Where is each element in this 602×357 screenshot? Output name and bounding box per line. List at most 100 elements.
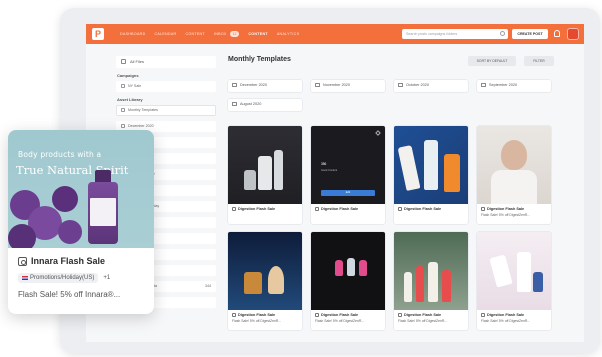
template-card[interactable]: Digestion Flash Sale Flash Sale! 5% off … [394, 232, 468, 330]
template-thumbnail [311, 232, 385, 310]
card-title: Digestion Flash Sale [394, 310, 468, 317]
folder-grid: December 2020 November 2020 October 2020… [228, 80, 558, 111]
edit-icon[interactable] [375, 130, 381, 136]
candle-image [244, 272, 262, 294]
card-title: Digestion Flash Sale [311, 310, 385, 317]
create-post-button[interactable]: CREATE POST [512, 29, 548, 39]
card-title-text: Digestion Flash Sale [321, 313, 359, 317]
bottle-image [268, 266, 284, 294]
campaigns-heading: Campaigns [117, 73, 139, 78]
card-caption: Flash Sale! 5% off DigestZenR... [481, 213, 531, 217]
folder-icon [232, 102, 237, 106]
card-caption: Flash Sale! 5% off DigestZenR... [315, 319, 365, 323]
nav-content-library[interactable]: CONTENT [185, 32, 204, 36]
post-preview-number: 356 [321, 162, 327, 166]
sidebar-all-files[interactable]: All Files [116, 56, 216, 68]
folder-icon [481, 83, 486, 87]
nav-dashboard[interactable]: DASHBOARD [120, 32, 145, 36]
card-title: Digestion Flash Sale [477, 204, 551, 211]
instagram-icon [398, 207, 402, 211]
template-card[interactable]: 356 Good Content Edit Digestion Flash Sa… [311, 126, 385, 224]
campaign-tag[interactable]: Promotions/Holiday(US) [18, 273, 99, 283]
towel-image [491, 170, 537, 204]
tube-image [444, 154, 460, 192]
post-title: Innara Flash Sale [31, 256, 106, 266]
asset-library-heading: Asset Library [117, 97, 143, 102]
nav-links: DASHBOARD CALENDAR CONTENT INBOX 12 CONT… [120, 31, 299, 37]
search-icon [500, 31, 505, 36]
template-card[interactable]: Digestion Flash Sale Flash Sale! 5% off … [311, 232, 385, 330]
folder-icon [121, 124, 125, 128]
folder-label: August 2020 [240, 102, 262, 106]
files-icon [121, 59, 126, 64]
post-title-row: Innara Flash Sale [18, 256, 105, 266]
template-card[interactable]: Digestion Flash Sale Flash Sale! 5% off … [228, 232, 302, 330]
post-preview-button[interactable]: Edit [321, 190, 375, 196]
template-card[interactable]: Digestion Flash Sale [228, 126, 302, 224]
instagram-icon [232, 313, 236, 317]
post-image-headline: True Natural Spirit [16, 163, 129, 177]
folder-label: November 2020 [323, 83, 351, 87]
instagram-icon [315, 207, 319, 211]
instagram-icon [481, 207, 485, 211]
folder-icon [315, 83, 320, 87]
card-title: Digestion Flash Sale [311, 204, 385, 211]
card-title: Digestion Flash Sale [394, 204, 468, 211]
folder-label: October 2020 [406, 83, 430, 87]
template-thumbnail [477, 232, 551, 310]
sidebar-item-label: NY Sale [128, 84, 142, 88]
card-title: Digestion Flash Sale [477, 310, 551, 317]
instagram-icon [18, 256, 27, 266]
inbox-badge: 12 [229, 31, 240, 37]
notification-bell-icon[interactable] [554, 30, 560, 37]
instagram-icon [398, 313, 402, 317]
bottle-image [533, 272, 543, 292]
sidebar-item-count: 344 [205, 284, 211, 288]
folder-icon [121, 108, 125, 112]
extra-tags-count[interactable]: +1 [103, 275, 110, 281]
bottle-image [428, 262, 438, 302]
post-image-subtitle: Body products with a [18, 150, 102, 159]
nav-content[interactable]: CONTENT [248, 32, 267, 36]
folder-icon [232, 83, 237, 87]
folder-tile[interactable]: December 2020 [228, 80, 302, 92]
campaign-icon [121, 84, 125, 88]
template-thumbnail: 356 Good Content Edit [311, 126, 385, 204]
sort-dropdown[interactable]: SORT BY DEFAULT [468, 56, 516, 66]
folder-tile[interactable]: October 2020 [394, 80, 468, 92]
page: P DASHBOARD CALENDAR CONTENT INBOX 12 CO… [0, 0, 602, 357]
app-screen: P DASHBOARD CALENDAR CONTENT INBOX 12 CO… [86, 24, 584, 342]
bottle-image [335, 260, 343, 276]
folder-tile[interactable]: September 2020 [477, 80, 551, 92]
bottle-image [347, 258, 355, 276]
nav-inbox[interactable]: INBOX [214, 32, 227, 36]
folder-tile[interactable]: November 2020 [311, 80, 385, 92]
nav-calendar[interactable]: CALENDAR [154, 32, 176, 36]
card-caption: Flash Sale! 5% off DigestZenR... [232, 319, 282, 323]
instagram-icon [315, 313, 319, 317]
card-title: Digestion Flash Sale [228, 310, 302, 317]
bottle-image [244, 170, 256, 190]
folder-tile[interactable]: August 2020 [228, 99, 302, 111]
template-card[interactable]: Digestion Flash Sale Flash Sale! 5% off … [477, 126, 551, 224]
card-caption: Flash Sale! 5% off DigestZenR... [481, 319, 531, 323]
bottle-image [442, 270, 451, 302]
search-input[interactable]: Search posts campaigns folders [402, 29, 508, 39]
floating-post-card[interactable]: Body products with a True Natural Spirit… [8, 130, 154, 314]
tube-image [424, 140, 438, 190]
template-card[interactable]: Digestion Flash Sale Flash Sale! 5% off … [477, 232, 551, 330]
app-logo[interactable]: P [92, 28, 104, 40]
template-thumbnail [394, 126, 468, 204]
user-avatar[interactable] [567, 28, 579, 40]
bottle-image [404, 272, 412, 302]
sidebar-item-monthly-templates[interactable]: Monthly Templates [116, 105, 216, 116]
nav-analytics[interactable]: ANALYTICS [277, 32, 299, 36]
post-preview-text: Good Content [321, 169, 338, 172]
card-title-text: Digestion Flash Sale [404, 313, 442, 317]
template-card[interactable]: Digestion Flash Sale [394, 126, 468, 224]
card-title-text: Digestion Flash Sale [404, 207, 442, 211]
filter-button[interactable]: FILTER [524, 56, 554, 66]
main-content: Monthly Templates SORT BY DEFAULT FILTER… [228, 56, 578, 330]
flowers-image [8, 180, 98, 248]
sidebar-item-campaign[interactable]: NY Sale [116, 81, 216, 92]
